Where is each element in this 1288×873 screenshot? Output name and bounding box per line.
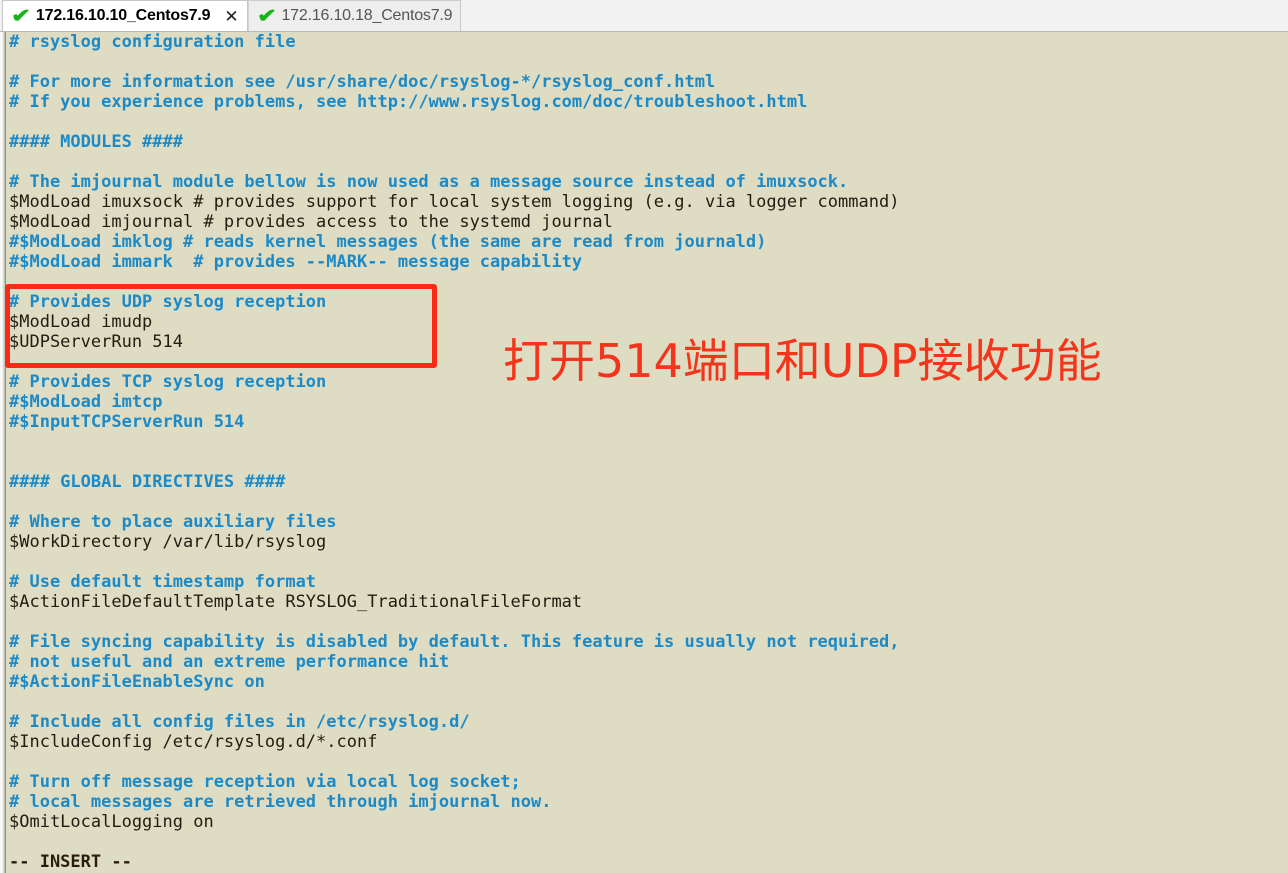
- editor-line: #### MODULES ####: [9, 132, 183, 152]
- terminal-tab-bar: ✔ 172.16.10.10_Centos7.9 ✕ ✔ 172.16.10.1…: [0, 0, 1288, 32]
- tab-172-16-10-18[interactable]: ✔ 172.16.10.18_Centos7.9: [247, 0, 462, 31]
- editor-line: $OmitLocalLogging on: [9, 812, 214, 832]
- editor-line: # not useful and an extreme performance …: [9, 652, 450, 672]
- editor-left-border: [5, 32, 6, 873]
- tab-label: 172.16.10.10_Centos7.9: [35, 7, 211, 24]
- editor-line: $ModLoad imjournal # provides access to …: [9, 212, 613, 232]
- editor-line: # If you experience problems, see http:/…: [9, 92, 808, 112]
- editor-line: #$InputTCPServerRun 514: [9, 412, 245, 432]
- editor-line: # Provides UDP syslog reception: [9, 292, 327, 312]
- editor-line: # File syncing capability is disabled by…: [9, 632, 900, 652]
- editor-line: # rsyslog configuration file: [9, 32, 296, 52]
- check-icon: ✔: [256, 5, 277, 27]
- tab-172-16-10-10[interactable]: ✔ 172.16.10.10_Centos7.9 ✕: [2, 0, 248, 31]
- chinese-annotation-text: 打开514端口和UDP接收功能: [503, 334, 1102, 388]
- editor-line: # local messages are retrieved through i…: [9, 792, 552, 812]
- editor-line: $IncludeConfig /etc/rsyslog.d/*.conf: [9, 732, 378, 752]
- tab-label: 172.16.10.18_Centos7.9: [281, 7, 453, 24]
- editor-line: # Where to place auxiliary files: [9, 512, 337, 532]
- editor-line: # Include all config files in /etc/rsysl…: [9, 712, 470, 732]
- vim-editor-content[interactable]: # rsyslog configuration file # For more …: [9, 32, 1284, 872]
- editor-line: $ModLoad imudp: [9, 312, 153, 332]
- editor-line: #$ModLoad imklog # reads kernel messages…: [9, 232, 767, 252]
- editor-line: #$ActionFileEnableSync on: [9, 672, 265, 692]
- close-icon[interactable]: ✕: [224, 8, 238, 25]
- vim-status-line: -- INSERT --: [9, 852, 132, 872]
- editor-line: #$ModLoad immark # provides --MARK-- mes…: [9, 252, 583, 272]
- editor-line: # The imjournal module bellow is now use…: [9, 172, 849, 192]
- editor-line: $ModLoad imuxsock # provides support for…: [9, 192, 900, 212]
- editor-line: # Use default timestamp format: [9, 572, 317, 592]
- editor-line: #### GLOBAL DIRECTIVES ####: [9, 472, 286, 492]
- editor-line: $ActionFileDefaultTemplate RSYSLOG_Tradi…: [9, 592, 583, 612]
- editor-line: #$ModLoad imtcp: [9, 392, 163, 412]
- editor-line: # Turn off message reception via local l…: [9, 772, 521, 792]
- terminal-body[interactable]: # rsyslog configuration file # For more …: [0, 32, 1288, 873]
- editor-line: $WorkDirectory /var/lib/rsyslog: [9, 532, 327, 552]
- check-icon: ✔: [11, 5, 31, 27]
- editor-line: # For more information see /usr/share/do…: [9, 72, 716, 92]
